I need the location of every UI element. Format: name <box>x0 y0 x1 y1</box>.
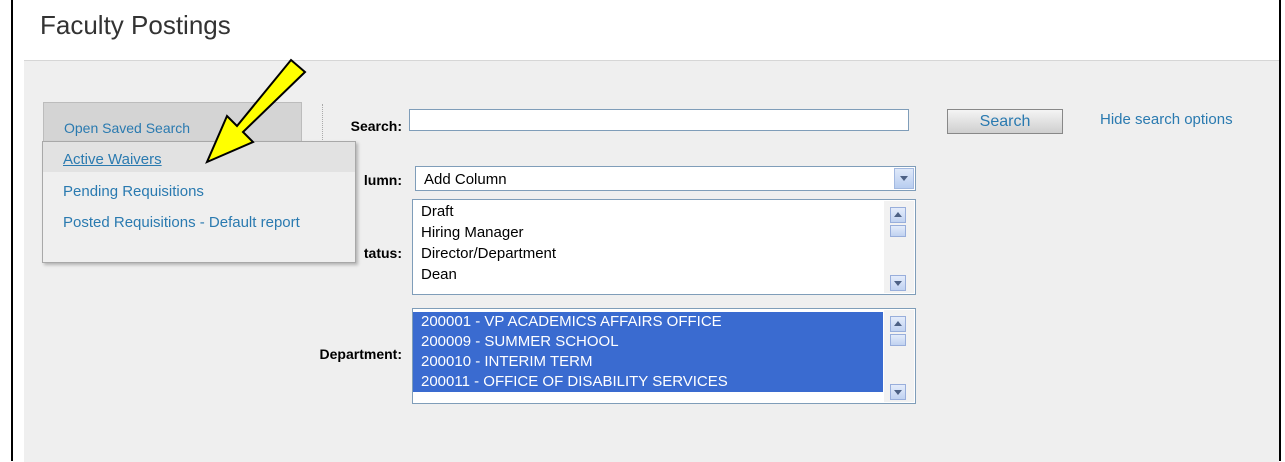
pointer-arrow-annotation <box>205 58 307 164</box>
add-column-select[interactable]: Add Column <box>415 166 916 191</box>
search-label: Search: <box>350 118 402 134</box>
scroll-down-icon[interactable] <box>890 275 906 291</box>
search-input[interactable] <box>409 109 909 131</box>
department-option[interactable]: 200011 - OFFICE OF DISABILITY SERVICES <box>413 372 883 392</box>
scroll-down-icon[interactable] <box>890 384 906 400</box>
department-label: Department: <box>319 346 402 362</box>
menu-item-label: Active Waivers <box>63 151 162 168</box>
status-scrollbar[interactable] <box>884 201 914 293</box>
chevron-down-icon[interactable] <box>894 168 914 189</box>
department-scrollbar[interactable] <box>884 310 914 402</box>
search-button[interactable]: Search <box>947 109 1063 134</box>
open-saved-search-label: Open Saved Search <box>64 120 191 136</box>
scroll-thumb[interactable] <box>890 334 906 346</box>
department-option[interactable]: 200009 - SUMMER SCHOOL <box>413 332 883 352</box>
scroll-thumb[interactable] <box>890 225 906 237</box>
department-option[interactable]: 200001 - VP ACADEMICS AFFAIRS OFFICE <box>413 312 883 332</box>
status-option[interactable]: Draft <box>421 202 454 222</box>
scroll-up-icon[interactable] <box>890 207 906 223</box>
menu-item-pending-requisitions[interactable]: Pending Requisitions <box>63 184 204 200</box>
frame-border-right <box>1279 0 1281 461</box>
status-option[interactable]: Hiring Manager <box>421 223 524 243</box>
department-listbox[interactable]: 200001 - VP ACADEMICS AFFAIRS OFFICE 200… <box>412 308 916 404</box>
status-option[interactable]: Dean <box>421 265 457 285</box>
status-option[interactable]: Director/Department <box>421 244 556 264</box>
department-option[interactable]: 200010 - INTERIM TERM <box>413 352 883 372</box>
scroll-up-icon[interactable] <box>890 316 906 332</box>
frame-border-left <box>11 0 13 461</box>
add-column-selected: Add Column <box>424 171 507 188</box>
status-listbox[interactable]: Draft Hiring Manager Director/Department… <box>412 199 916 295</box>
page-title: Faculty Postings <box>40 10 231 40</box>
menu-item-posted-requisitions[interactable]: Posted Requisitions - Default report <box>63 215 323 231</box>
hide-search-options-link[interactable]: Hide search options <box>1100 111 1233 128</box>
